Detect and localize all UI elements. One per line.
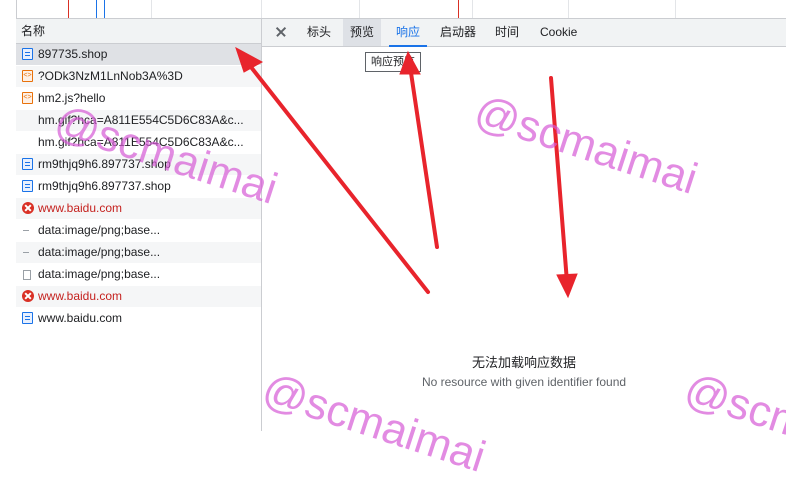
request-row[interactable]: hm.gif?hca=A811E554C5D6C83A&c... — [16, 132, 261, 154]
request-name: ?ODk3NzM1LnNob3A%3D — [38, 69, 183, 83]
tab-tooltip: 响应预览 — [365, 52, 421, 72]
request-name: hm.gif?hca=A811E554C5D6C83A&c... — [38, 113, 244, 127]
document-icon — [22, 48, 33, 60]
error-icon — [22, 290, 34, 302]
request-row[interactable]: www.baidu.com — [16, 308, 261, 330]
tab-initiator[interactable]: 启动器 — [433, 19, 483, 46]
request-list-panel: 名称 897735.shop ?ODk3NzM1LnNob3A%3D hm2.js?… — [16, 19, 262, 431]
column-header-name[interactable]: 名称 — [16, 19, 261, 44]
request-name: hm2.js?hello — [38, 91, 106, 105]
request-name: rm9thjq9h6.897737.shop — [38, 157, 171, 171]
script-icon — [22, 88, 33, 108]
request-row[interactable]: rm9thjq9h6.897737.shop — [16, 154, 261, 176]
request-row[interactable]: data:image/png;base... — [16, 242, 261, 264]
request-name: 897735.shop — [38, 47, 108, 61]
file-icon — [23, 270, 31, 280]
tab-cookies[interactable]: Cookie — [533, 19, 584, 46]
request-name: data:image/png;base... — [38, 223, 161, 237]
tab-headers[interactable]: 标头 — [300, 19, 338, 46]
tab-preview[interactable]: 预览 — [343, 19, 382, 46]
load-marker — [458, 0, 459, 18]
dash-icon — [22, 224, 33, 236]
empty-response-subtitle: No resource with given identifier found — [421, 375, 627, 389]
request-name: data:image/png;base... — [38, 245, 161, 259]
load-marker — [68, 0, 69, 18]
request-row[interactable]: hm2.js?hello — [16, 88, 261, 110]
detail-tabbar: 标头 预览 响应 启动器 时间 Cookie — [262, 19, 786, 47]
dom-content-marker — [104, 0, 105, 18]
request-name: www.baidu.com — [38, 201, 123, 215]
empty-response-title: 无法加载响应数据 — [471, 355, 576, 370]
blank-icon — [22, 136, 33, 148]
request-list: 897735.shop ?ODk3NzM1LnNob3A%3D hm2.js?hel… — [16, 44, 261, 330]
tab-response[interactable]: 响应 — [389, 19, 428, 47]
document-icon — [22, 312, 33, 324]
request-row[interactable]: data:image/png;base... — [16, 264, 261, 286]
request-name: rm9thjq9h6.897737.shop — [38, 179, 171, 193]
document-icon — [22, 158, 33, 170]
request-row[interactable]: 897735.shop — [16, 44, 261, 66]
request-row[interactable]: www.baidu.com — [16, 286, 261, 308]
request-row[interactable]: www.baidu.com — [16, 198, 261, 220]
request-row[interactable]: hm.gif?hca=A811E554C5D6C83A&c... — [16, 110, 261, 132]
request-row[interactable]: data:image/png;base... — [16, 220, 261, 242]
left-gutter — [0, 0, 17, 431]
dom-content-marker — [96, 0, 97, 18]
request-name: www.baidu.com — [38, 289, 123, 303]
request-name: www.baidu.com — [38, 311, 123, 325]
close-icon[interactable] — [272, 22, 292, 42]
request-row[interactable]: ?ODk3NzM1LnNob3A%3D — [16, 66, 261, 88]
request-name: hm.gif?hca=A811E554C5D6C83A&c... — [38, 135, 244, 149]
blank-icon — [22, 114, 33, 126]
waterfall-timeline — [0, 0, 786, 19]
error-icon — [22, 202, 34, 214]
dash-icon — [22, 246, 33, 258]
script-icon — [22, 66, 33, 86]
request-name: data:image/png;base... — [38, 267, 161, 281]
tab-timing[interactable]: 时间 — [488, 19, 526, 46]
request-row[interactable]: rm9thjq9h6.897737.shop — [16, 176, 261, 198]
request-detail-pane: 标头 预览 响应 启动器 时间 Cookie 响应预览 无法加载响应数据 No … — [262, 19, 786, 431]
document-icon — [22, 180, 33, 192]
